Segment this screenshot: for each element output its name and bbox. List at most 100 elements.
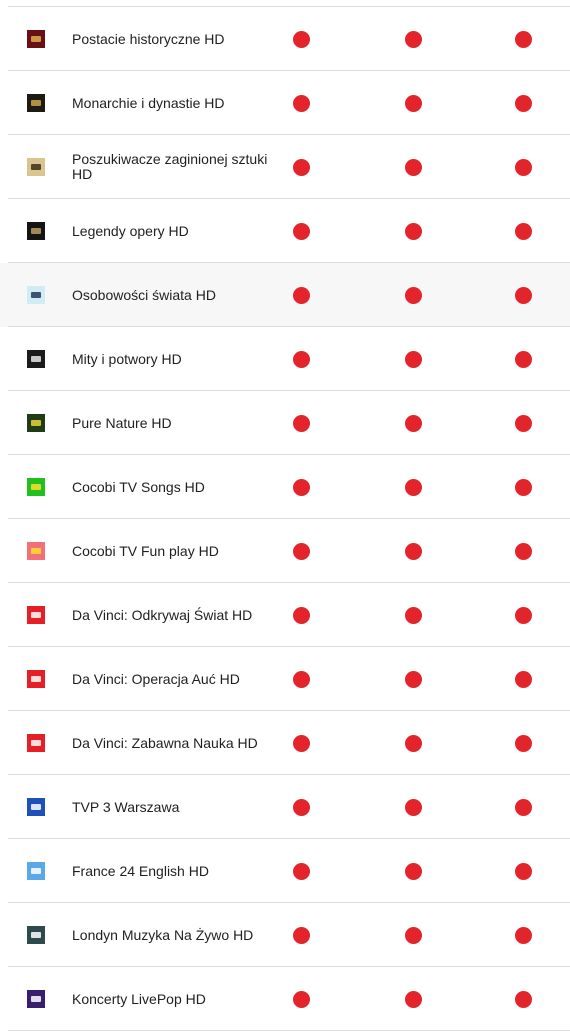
- channel-name: Osobowości świata HD: [72, 263, 277, 327]
- availability-dot-icon: [405, 95, 422, 112]
- availability-dot-icon: [405, 735, 422, 752]
- pure-nature-logo-icon: [27, 414, 45, 432]
- world-personalities-logo-icon: [27, 286, 45, 304]
- logo-mark: [31, 740, 41, 746]
- channel-name: Koncerty LivePop HD: [72, 967, 277, 1031]
- opera-logo-icon: [27, 222, 45, 240]
- channel-row: Londyn Muzyka Na Żywo HD: [0, 903, 570, 967]
- channel-name-text: Cocobi TV Fun play HD: [72, 542, 219, 559]
- availability-dot-icon: [515, 607, 532, 624]
- da-vinci-logo-icon: [27, 606, 45, 624]
- channel-name: Cocobi TV Fun play HD: [72, 519, 277, 583]
- channel-name-text: TVP 3 Warszawa: [72, 798, 180, 815]
- availability-dot-icon: [293, 927, 310, 944]
- channel-name-text: Cocobi TV Songs HD: [72, 478, 205, 495]
- channel-row: Da Vinci: Zabawna Nauka HD: [0, 711, 570, 775]
- london-live-music-logo-icon: [27, 926, 45, 944]
- logo-mark: [31, 868, 41, 874]
- channel-row: Legendy opery HD: [0, 199, 570, 263]
- availability-dot-icon: [515, 927, 532, 944]
- lost-art-logo-icon: [27, 158, 45, 176]
- tvp3-logo-icon: [27, 798, 45, 816]
- availability-dot-icon: [405, 223, 422, 240]
- availability-dot-icon: [293, 799, 310, 816]
- availability-dot-icon: [293, 31, 310, 48]
- channel-name: Da Vinci: Operacja Auć HD: [72, 647, 277, 711]
- availability-dot-icon: [293, 159, 310, 176]
- monarchie-logo-icon: [27, 94, 45, 112]
- logo-mark: [31, 164, 41, 170]
- logo-mark: [31, 932, 41, 938]
- channel-name-text: Monarchie i dynastie HD: [72, 94, 225, 111]
- availability-dot-icon: [293, 223, 310, 240]
- channel-name-text: Poszukiwacze zaginionej sztuki HD: [72, 151, 268, 182]
- channel-row: Koncerty LivePop HD: [0, 967, 570, 1031]
- cocobi-songs-logo-icon: [27, 478, 45, 496]
- channel-name: Mity i potwory HD: [72, 327, 277, 391]
- logo-mark: [31, 420, 41, 426]
- availability-dot-icon: [405, 543, 422, 560]
- channel-name: Da Vinci: Odkrywaj Świat HD: [72, 583, 277, 647]
- channel-name: Poszukiwacze zaginionej sztuki HD: [72, 135, 277, 199]
- channel-row: Postacie historyczne HD: [0, 7, 570, 71]
- channel-name: Legendy opery HD: [72, 199, 277, 263]
- availability-dot-icon: [515, 287, 532, 304]
- channel-name: Postacie historyczne HD: [72, 7, 277, 71]
- availability-dot-icon: [515, 479, 532, 496]
- availability-dot-icon: [515, 223, 532, 240]
- availability-dot-icon: [515, 543, 532, 560]
- channel-name: France 24 English HD: [72, 839, 277, 903]
- availability-dot-icon: [515, 671, 532, 688]
- channel-row: Monarchie i dynastie HD: [0, 71, 570, 135]
- logo-mark: [31, 548, 41, 554]
- channel-row: Osobowości świata HD: [0, 263, 570, 327]
- logo-mark: [31, 36, 41, 42]
- availability-dot-icon: [515, 351, 532, 368]
- channel-row: Pure Nature HD: [0, 391, 570, 455]
- da-vinci-logo-icon: [27, 670, 45, 688]
- availability-dot-icon: [405, 287, 422, 304]
- logo-mark: [31, 292, 41, 298]
- logo-mark: [31, 356, 41, 362]
- availability-dot-icon: [515, 735, 532, 752]
- availability-dot-icon: [293, 543, 310, 560]
- crown-logo-icon: [27, 30, 45, 48]
- channel-row: Cocobi TV Fun play HD: [0, 519, 570, 583]
- availability-dot-icon: [515, 31, 532, 48]
- channel-list: Postacie historyczne HD Monarchie i dynas…: [0, 7, 570, 1031]
- channel-row: TVP 3 Warszawa: [0, 775, 570, 839]
- livepop-logo-icon: [27, 990, 45, 1008]
- channel-name-text: Da Vinci: Zabawna Nauka HD: [72, 734, 258, 751]
- availability-dot-icon: [293, 479, 310, 496]
- cocobi-fun-play-logo-icon: [27, 542, 45, 560]
- availability-dot-icon: [405, 671, 422, 688]
- channel-name-text: Mity i potwory HD: [72, 350, 182, 367]
- availability-dot-icon: [405, 991, 422, 1008]
- logo-mark: [31, 228, 41, 234]
- logo-mark: [31, 996, 41, 1002]
- availability-dot-icon: [293, 95, 310, 112]
- france24-logo-icon: [27, 862, 45, 880]
- logo-mark: [31, 676, 41, 682]
- availability-dot-icon: [293, 287, 310, 304]
- availability-dot-icon: [293, 863, 310, 880]
- availability-dot-icon: [405, 607, 422, 624]
- availability-dot-icon: [405, 863, 422, 880]
- channel-name-text: Da Vinci: Operacja Auć HD: [72, 670, 240, 687]
- channel-row: Da Vinci: Odkrywaj Świat HD: [0, 583, 570, 647]
- availability-dot-icon: [293, 991, 310, 1008]
- availability-dot-icon: [405, 415, 422, 432]
- channel-name-text: Osobowości świata HD: [72, 286, 216, 303]
- availability-dot-icon: [293, 415, 310, 432]
- logo-mark: [31, 100, 41, 106]
- availability-dot-icon: [293, 351, 310, 368]
- channel-row: Da Vinci: Operacja Auć HD: [0, 647, 570, 711]
- channel-name-text: Legendy opery HD: [72, 222, 189, 239]
- availability-dot-icon: [515, 95, 532, 112]
- availability-dot-icon: [405, 479, 422, 496]
- channel-name: Da Vinci: Zabawna Nauka HD: [72, 711, 277, 775]
- channel-name: TVP 3 Warszawa: [72, 775, 277, 839]
- channel-name-text: France 24 English HD: [72, 862, 209, 879]
- availability-dot-icon: [293, 671, 310, 688]
- channel-name-text: Da Vinci: Odkrywaj Świat HD: [72, 606, 253, 623]
